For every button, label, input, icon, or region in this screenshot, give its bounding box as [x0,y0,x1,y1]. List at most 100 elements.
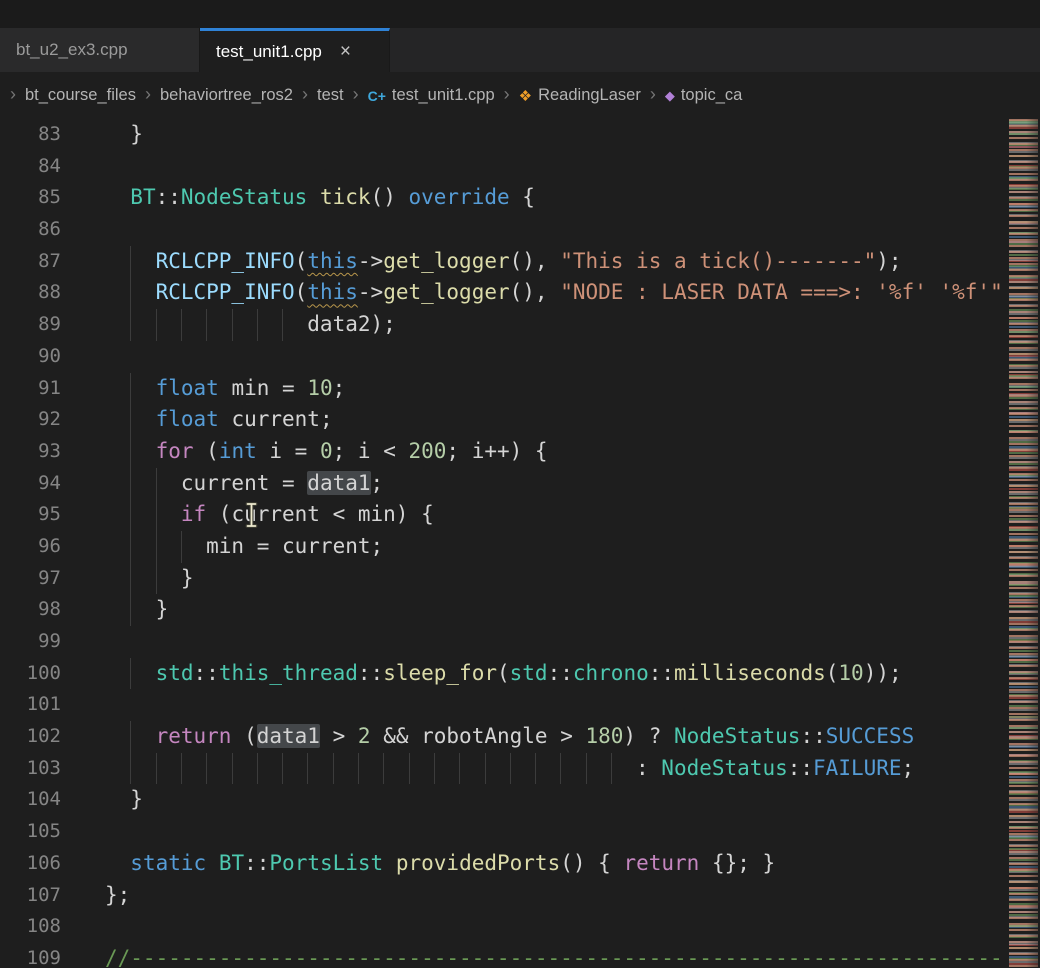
breadcrumb-item-test[interactable]: test [317,86,344,105]
code-line-content[interactable]: : NodeStatus::FAILURE; [105,753,1006,785]
chevron-right-icon: › [353,84,359,105]
code-line[interactable]: 97 } [0,563,1040,595]
code-line-content[interactable]: float current; [105,404,1006,436]
line-number: 106 [0,848,105,880]
code-line-content[interactable]: std::this_thread::sleep_for(std::chrono:… [105,658,1006,690]
breadcrumb-item-test-unit1-cpp[interactable]: C+ test_unit1.cpp [368,86,495,105]
code-token: providedPorts [396,851,560,875]
code-line-content[interactable] [105,816,1006,848]
code-line[interactable]: 92 float current; [0,404,1040,436]
code-line[interactable]: 108 [0,911,1040,943]
code-line-content[interactable]: float min = 10; [105,373,1006,405]
breadcrumb-item-bt-course-files[interactable]: bt_course_files [25,86,136,105]
code-line-content[interactable]: } [105,594,1006,626]
code-line[interactable]: 98 } [0,594,1040,626]
code-token: () { [560,851,623,875]
code-line[interactable]: 94 current = data1; [0,468,1040,500]
code-line-content[interactable]: min = current; [105,531,1006,563]
code-line-content[interactable]: RCLCPP_INFO(this->get_logger(), "NODE : … [105,277,1006,309]
code-line-content[interactable]: //--------------------------------------… [105,943,1006,968]
code-line-content[interactable]: if (current < min) { [105,499,1006,531]
code-editor[interactable]: 83 }8485 BT::NodeStatus tick() override … [0,119,1040,968]
line-number: 84 [0,151,105,183]
code-line-content[interactable]: static BT::PortsList providedPorts() { r… [105,848,1006,880]
indent-guide [383,753,384,785]
tab-bt-u2-ex3[interactable]: bt_u2_ex3.cpp [0,28,200,72]
line-number: 108 [0,911,105,943]
code-token: ( [295,280,308,304]
indent-guide [181,753,182,785]
code-line[interactable]: 105 [0,816,1040,848]
line-number: 105 [0,816,105,848]
code-line[interactable]: 101 [0,689,1040,721]
indent-guide [282,309,283,341]
code-line[interactable]: 85 BT::NodeStatus tick() override { [0,182,1040,214]
code-line-content[interactable]: } [105,784,1006,816]
breadcrumb-item-behaviortree-ros2[interactable]: behaviortree_ros2 [160,86,293,105]
code-line[interactable]: 99 [0,626,1040,658]
code-line-content[interactable]: BT::NodeStatus tick() override { [105,182,1006,214]
code-line-content[interactable]: }; [105,880,1006,912]
code-line[interactable]: 91 float min = 10; [0,373,1040,405]
tab-label: bt_u2_ex3.cpp [16,40,128,60]
code-line[interactable]: 109//-----------------------------------… [0,943,1040,968]
code-line[interactable]: 100 std::this_thread::sleep_for(std::chr… [0,658,1040,690]
indent-guide [510,753,511,785]
code-line[interactable]: 89 data2); [0,309,1040,341]
code-token: ( [194,439,219,463]
code-line-content[interactable] [105,626,1006,658]
code-line[interactable]: 103 : NodeStatus::FAILURE; [0,753,1040,785]
breadcrumb-label: bt_course_files [25,86,136,105]
code-line-content[interactable] [105,689,1006,721]
code-line-content[interactable]: } [105,563,1006,595]
code-token [383,851,396,875]
code-token: :: [358,661,383,685]
code-line[interactable]: 87 RCLCPP_INFO(this->get_logger(), "This… [0,246,1040,278]
line-number: 104 [0,784,105,816]
code-line[interactable]: 95 if (current < min) { [0,499,1040,531]
code-line-content[interactable] [105,151,1006,183]
code-token: (), [510,249,561,273]
code-line-content[interactable]: data2); [105,309,1006,341]
code-line[interactable]: 96 min = current; [0,531,1040,563]
code-line[interactable]: 104 } [0,784,1040,816]
cpp-file-icon: C+ [368,88,386,104]
code-line-content[interactable]: for (int i = 0; i < 200; i++) { [105,436,1006,468]
code-line[interactable]: 93 for (int i = 0; i < 200; i++) { [0,436,1040,468]
close-tab-icon[interactable]: × [340,42,351,61]
code-line[interactable]: 88 RCLCPP_INFO(this->get_logger(), "NODE… [0,277,1040,309]
code-line-content[interactable]: RCLCPP_INFO(this->get_logger(), "This is… [105,246,1006,278]
code-token: { [510,185,535,209]
code-line-content[interactable]: } [105,119,1006,151]
code-token: current = [105,471,307,495]
indent-guide [156,531,157,563]
code-line-content[interactable] [105,341,1006,373]
code-token: data1 [307,471,370,495]
code-token: std [510,661,548,685]
tab-test-unit1[interactable]: test_unit1.cpp × [200,28,390,72]
code-line-content[interactable]: current = data1; [105,468,1006,500]
code-token: ; i < [333,439,409,463]
code-line[interactable]: 84 [0,151,1040,183]
line-number: 102 [0,721,105,753]
indent-guide [156,753,157,785]
method-symbol-icon: ◆ [665,88,675,104]
minimap[interactable] [1006,119,1040,968]
code-line[interactable]: 83 } [0,119,1040,151]
code-line[interactable]: 90 [0,341,1040,373]
code-line[interactable]: 102 return (data1 > 2 && robotAngle > 18… [0,721,1040,753]
code-line-content[interactable]: return (data1 > 2 && robotAngle > 180) ?… [105,721,1006,753]
breadcrumb-item-topic-symbol[interactable]: ◆ topic_ca [665,86,742,105]
indent-guide [130,658,131,690]
code-line[interactable]: 107}; [0,880,1040,912]
code-line[interactable]: 86 [0,214,1040,246]
indent-guide [333,753,334,785]
indent-guide [586,753,587,785]
code-line-content[interactable] [105,214,1006,246]
code-line-content[interactable] [105,911,1006,943]
line-number: 89 [0,309,105,341]
code-token: this [307,280,358,304]
code-line[interactable]: 106 static BT::PortsList providedPorts()… [0,848,1040,880]
chevron-right-icon: › [650,84,656,105]
breadcrumb-item-readinglaser[interactable]: ❖ ReadingLaser [519,86,641,105]
